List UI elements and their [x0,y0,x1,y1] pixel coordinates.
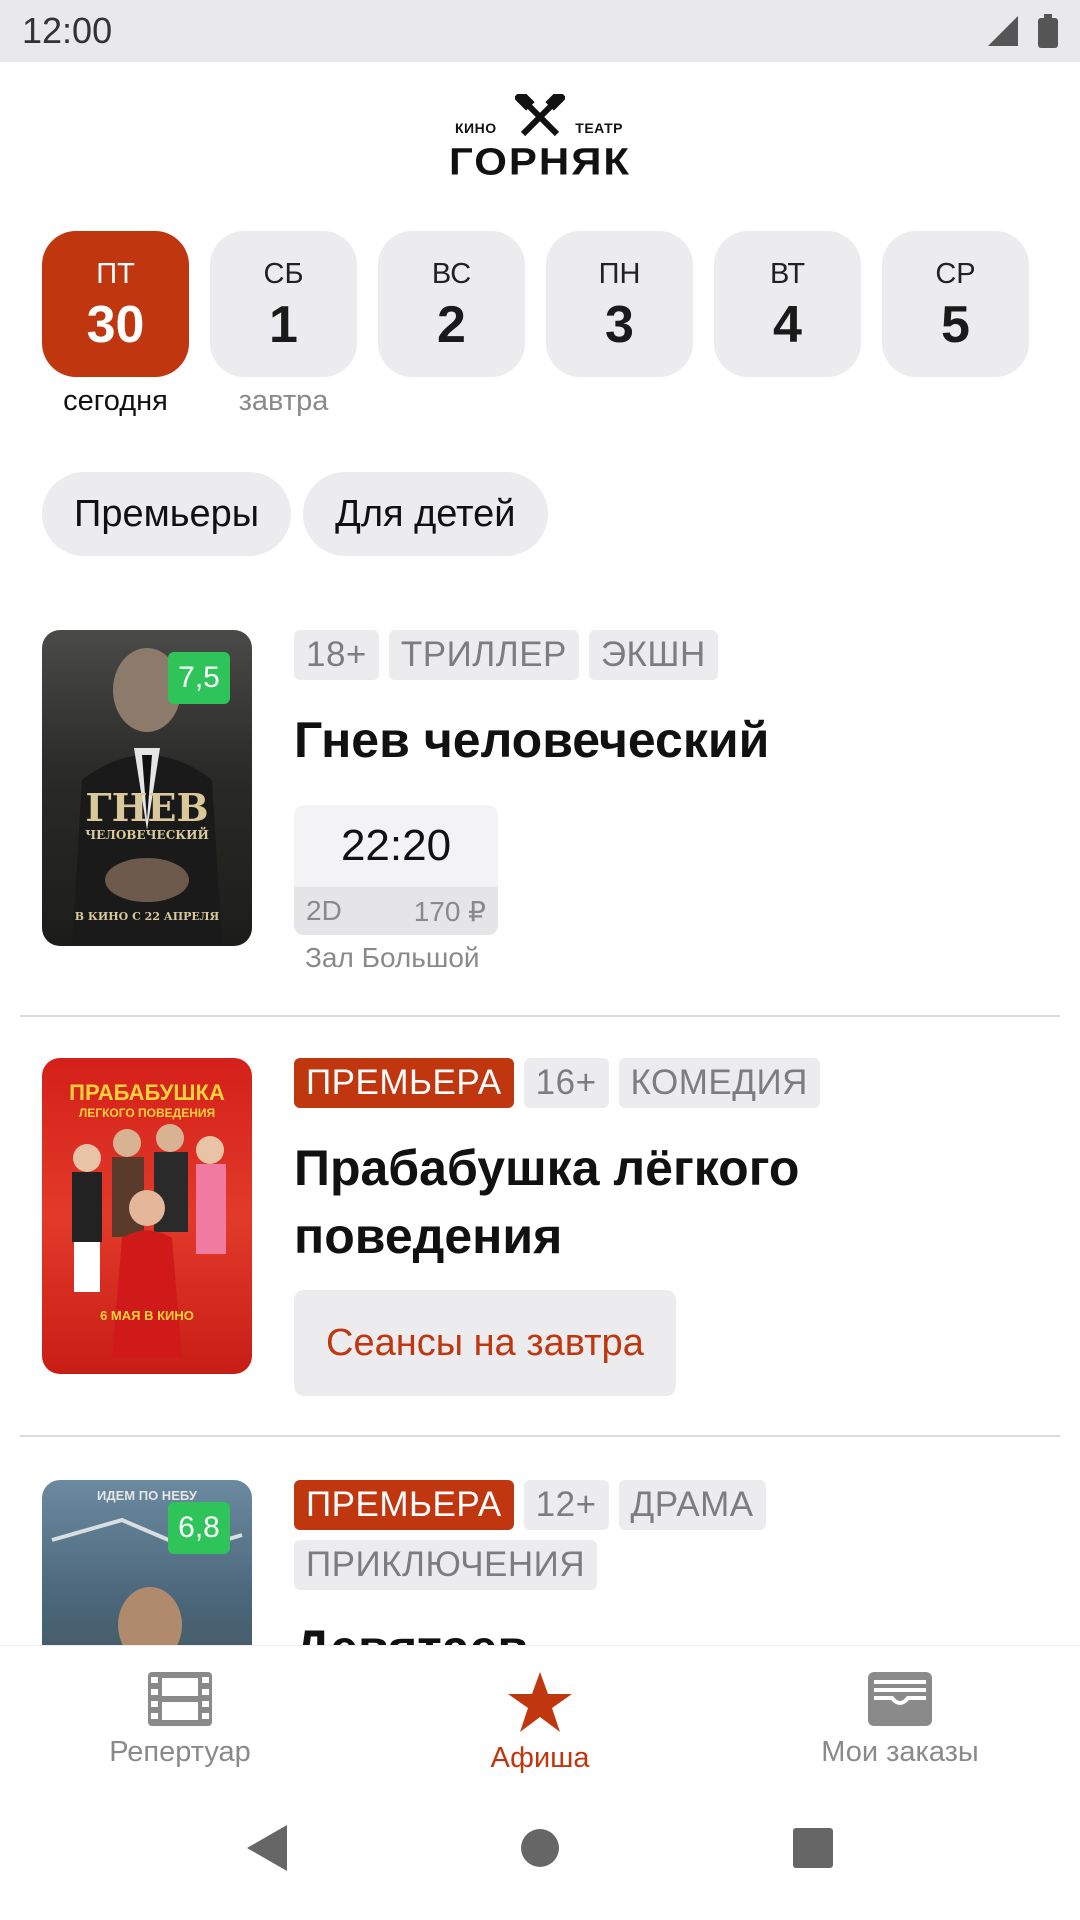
rating-badge: 6,8 [168,1502,230,1554]
bottom-navigation: Репертуар Афиша Мои заказы [0,1645,1080,1775]
genre-tag: ЭКШН [588,630,718,680]
movie-title[interactable]: Гнев человеческий [294,706,1054,774]
status-bar: 12:00 [0,0,1080,62]
poster-subtitle: ЧЕЛОВЕЧЕСКИЙ [85,828,209,842]
date-item[interactable]: ПТ 30 сегодня [42,231,189,421]
date-item[interactable]: ВТ 4 [714,231,861,421]
date-pill[interactable]: ВТ 4 [714,231,861,377]
home-icon[interactable] [520,1828,560,1868]
date-weekday: ВТ [769,257,806,290]
nav-label: Афиша [490,1742,590,1774]
date-item[interactable]: СБ 1 завтра [210,231,357,421]
rating-badge: 7,5 [168,652,230,704]
date-day: 5 [941,295,970,354]
date-caption: завтра [238,385,329,417]
date-item[interactable]: СР 5 [882,231,1029,421]
filter-premieres-chip[interactable]: Премьеры [42,472,292,556]
divider [20,1435,1060,1437]
date-pill[interactable]: ПН 3 [546,231,693,377]
poster-figures [72,1124,226,1358]
date-pill[interactable]: СР 5 [882,231,1029,377]
session-price: 170 ₽ [413,895,486,927]
poster-release: 6 МАЯ В КИНО [100,1308,194,1323]
date-item[interactable]: ПН 3 [546,231,693,421]
session-meta: 2D 170 ₽ [294,887,498,935]
age-tag: 16+ [523,1058,609,1108]
age-tag: 12+ [523,1480,609,1530]
date-weekday: СР [935,257,976,290]
date-day: 2 [437,295,466,354]
wallet-icon [868,1672,932,1726]
date-day: 1 [269,295,298,354]
genre-tag: ПРИКЛЮЧЕНИЯ [294,1540,598,1590]
movie-card[interactable]: ИДЕМ ПО НЕБУ 6,8 ПРЕМЬЕРА 12+ ДРАМА ПРИК… [0,1480,1080,1645]
app-header: КИНО ТЕАТР ГОРНЯК [0,62,1080,222]
filter-chips: Премьеры Для детей [42,472,548,556]
date-item[interactable]: ВС 2 [378,231,525,421]
premiere-tag: ПРЕМЬЕРА [294,1480,514,1530]
movie-title[interactable]: Девятаев [294,1614,1054,1645]
system-navigation-bar [0,1775,1080,1920]
status-icons [986,14,1058,48]
poster-title: ГНЕВ [85,785,209,830]
movie-card[interactable]: ГНЕВ ЧЕЛОВЕЧЕСКИЙ В КИНО С 22 АПРЕЛЯ 7,5… [0,630,1080,1010]
date-pill-selected[interactable]: ПТ 30 [42,231,189,377]
signal-icon [988,16,1018,46]
nav-my-orders[interactable]: Мои заказы [720,1646,1080,1775]
date-weekday: ПН [598,257,641,290]
film-icon [148,1672,212,1726]
movie-title[interactable]: Прабабушка лёгкого поведения [294,1134,1054,1270]
date-weekday: ВС [431,257,472,290]
filter-kids-chip[interactable]: Для детей [303,472,548,556]
date-pill[interactable]: СБ 1 [210,231,357,377]
date-selector: ПТ 30 сегодня СБ 1 завтра ВС 2 ПН 3 ВТ 4 [42,231,1029,421]
sessions-tomorrow-button[interactable]: Сеансы на завтра [294,1290,676,1396]
age-tag: 18+ [294,630,379,680]
date-day: 3 [605,295,634,354]
genre-tag: КОМЕДИЯ [618,1058,820,1108]
session-time: 22:20 [340,821,452,870]
movie-poster[interactable]: ПРАБАБУШКА ЛЕГКОГО ПОВЕДЕНИЯ 6 МАЯ В КИН… [42,1058,252,1374]
session-hall: Зал Большой [305,942,480,973]
date-caption: сегодня [63,385,168,417]
movie-title-line: Прабабушка лёгкого [294,1140,800,1196]
date-day: 30 [86,295,145,354]
logo-teatr: ТЕАТР [575,120,623,136]
battery-icon [1038,14,1058,48]
nav-afisha[interactable]: Афиша [360,1646,720,1775]
nav-repertoire[interactable]: Репертуар [0,1646,360,1775]
movie-card[interactable]: ПРАБАБУШКА ЛЕГКОГО ПОВЕДЕНИЯ 6 МАЯ В КИН… [0,1058,1080,1396]
date-pill[interactable]: ВС 2 [378,231,525,377]
recents-icon[interactable] [793,1827,834,1868]
hammers-icon [515,94,565,137]
date-weekday: СБ [263,257,304,290]
nav-label: Мои заказы [821,1736,979,1768]
session-format: 2D [306,895,342,926]
nav-label: Репертуар [109,1736,251,1768]
movie-tags: ПРЕМЬЕРА 16+ КОМЕДИЯ [294,1058,1034,1108]
logo-main-text: ГОРНЯК [448,140,632,183]
logo-kino: КИНО [455,120,497,136]
genre-tag: ТРИЛЛЕР [388,630,579,680]
cinema-logo[interactable]: КИНО ТЕАТР ГОРНЯК [435,92,645,192]
movie-tags: 18+ ТРИЛЛЕР ЭКШН [294,630,1034,680]
movie-poster[interactable]: ИДЕМ ПО НЕБУ 6,8 [42,1480,252,1645]
date-weekday: ПТ [96,257,135,290]
movie-tags: ПРЕМЬЕРА 12+ ДРАМА ПРИКЛЮЧЕНИЯ [294,1480,1034,1590]
movie-title-line: поведения [294,1208,563,1264]
date-day: 4 [773,295,802,354]
status-time: 12:00 [22,10,113,51]
divider [20,1015,1060,1017]
session-button[interactable]: 22:20 2D 170 ₽ [294,805,498,935]
premiere-tag: ПРЕМЬЕРА [294,1058,514,1108]
genre-tag: ДРАМА [618,1480,766,1530]
star-icon [508,1672,572,1732]
poster-release: В КИНО С 22 АПРЕЛЯ [74,910,220,923]
movie-poster[interactable]: ГНЕВ ЧЕЛОВЕЧЕСКИЙ В КИНО С 22 АПРЕЛЯ 7,5 [42,630,252,946]
back-icon[interactable] [246,1824,287,1871]
